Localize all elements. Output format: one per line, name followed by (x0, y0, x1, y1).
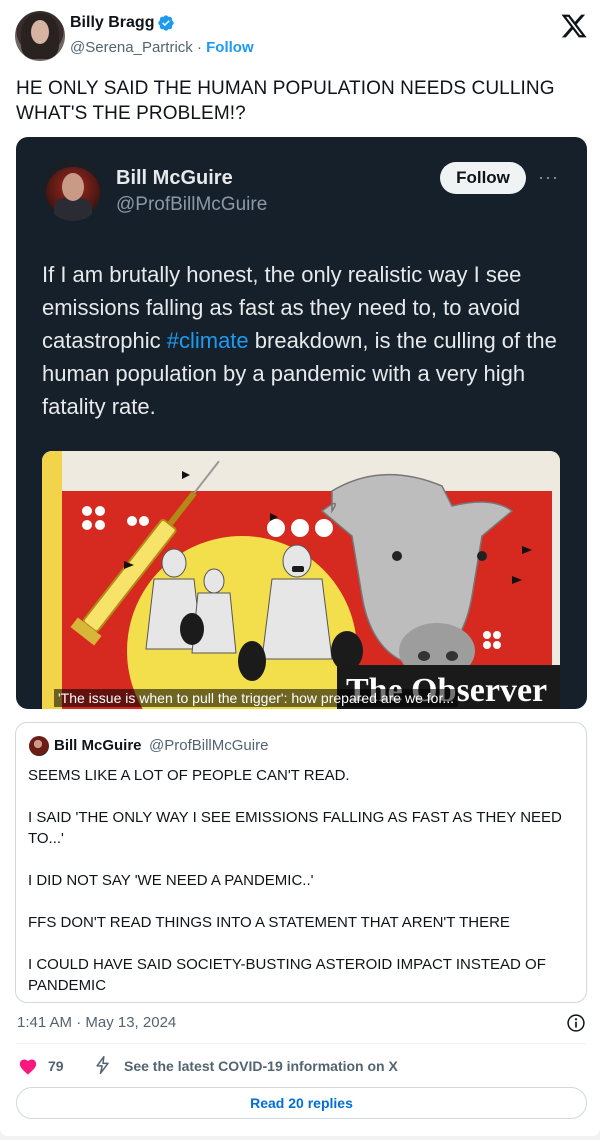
quoted-author-handle: @ProfBillMcGuire (149, 737, 269, 754)
quoted-tweet[interactable]: Bill McGuire @ProfBillMcGuire SEEMS LIKE… (15, 722, 587, 1003)
quoted-line: I COULD HAVE SAID SOCIETY-BUSTING ASTERO… (28, 956, 546, 994)
quoted-line: SEEMS LIKE A LOT OF PEOPLE CAN'T READ. (28, 767, 350, 784)
tweet-text: HE ONLY SAID THE HUMAN POPULATION NEEDS … (16, 78, 555, 124)
author-avatar[interactable] (15, 11, 65, 61)
author-handle[interactable]: @Serena_Partrick (70, 39, 193, 56)
tweet-media-screenshot[interactable]: Bill McGuire @ProfBillMcGuire Follow ···… (16, 137, 587, 709)
climate-hashtag: #climate (166, 328, 249, 353)
screenshot-avatar (42, 159, 104, 221)
screenshot-author-handle: @ProfBillMcGuire (116, 194, 268, 215)
quoted-line: FFS DON'T READ THINGS INTO A STATEMENT T… (28, 914, 510, 931)
screenshot-tweet-text: If I am brutally honest, the only realis… (42, 262, 557, 419)
x-logo-icon[interactable] (560, 12, 588, 40)
separator: · (196, 39, 202, 56)
article-illustration: The Observer (42, 451, 560, 709)
lightning-icon (96, 1055, 109, 1075)
quoted-line: I SAID 'THE ONLY WAY I SEE EMISSIONS FAL… (28, 809, 562, 847)
tweet-card: Billy Bragg @Serena_Partrick · Follow HE… (0, 0, 600, 1136)
follow-link[interactable]: Follow (206, 39, 254, 56)
more-options-icon: ··· (538, 167, 559, 187)
covid-info-link[interactable]: See the latest COVID-19 information on X (124, 1058, 398, 1074)
article-caption: 'The issue is when to pull the trigger':… (54, 689, 458, 707)
quoted-author-name: Bill McGuire (54, 737, 142, 754)
quoted-tweet-text: SEEMS LIKE A LOT OF PEOPLE CAN'T READ. I… (28, 765, 576, 996)
author-handle-row: @Serena_Partrick · Follow (70, 39, 254, 56)
quoted-author-avatar (29, 736, 49, 756)
divider (16, 1043, 586, 1044)
quoted-line: I DID NOT SAY 'WE NEED A PANDEMIC..' (28, 872, 314, 889)
verified-badge-icon (158, 15, 174, 31)
screenshot-author-name: Bill McGuire (116, 167, 233, 189)
info-icon[interactable] (566, 1013, 586, 1033)
tweet-timestamp[interactable]: 1:41 AM · May 13, 2024 (17, 1014, 176, 1031)
author-name[interactable]: Billy Bragg (70, 14, 154, 32)
heart-icon[interactable] (18, 1057, 38, 1075)
screenshot-follow-button: Follow (440, 162, 526, 194)
like-count[interactable]: 79 (48, 1058, 64, 1074)
read-replies-button[interactable]: Read 20 replies (16, 1087, 587, 1119)
article-image: The Observer (42, 451, 560, 709)
